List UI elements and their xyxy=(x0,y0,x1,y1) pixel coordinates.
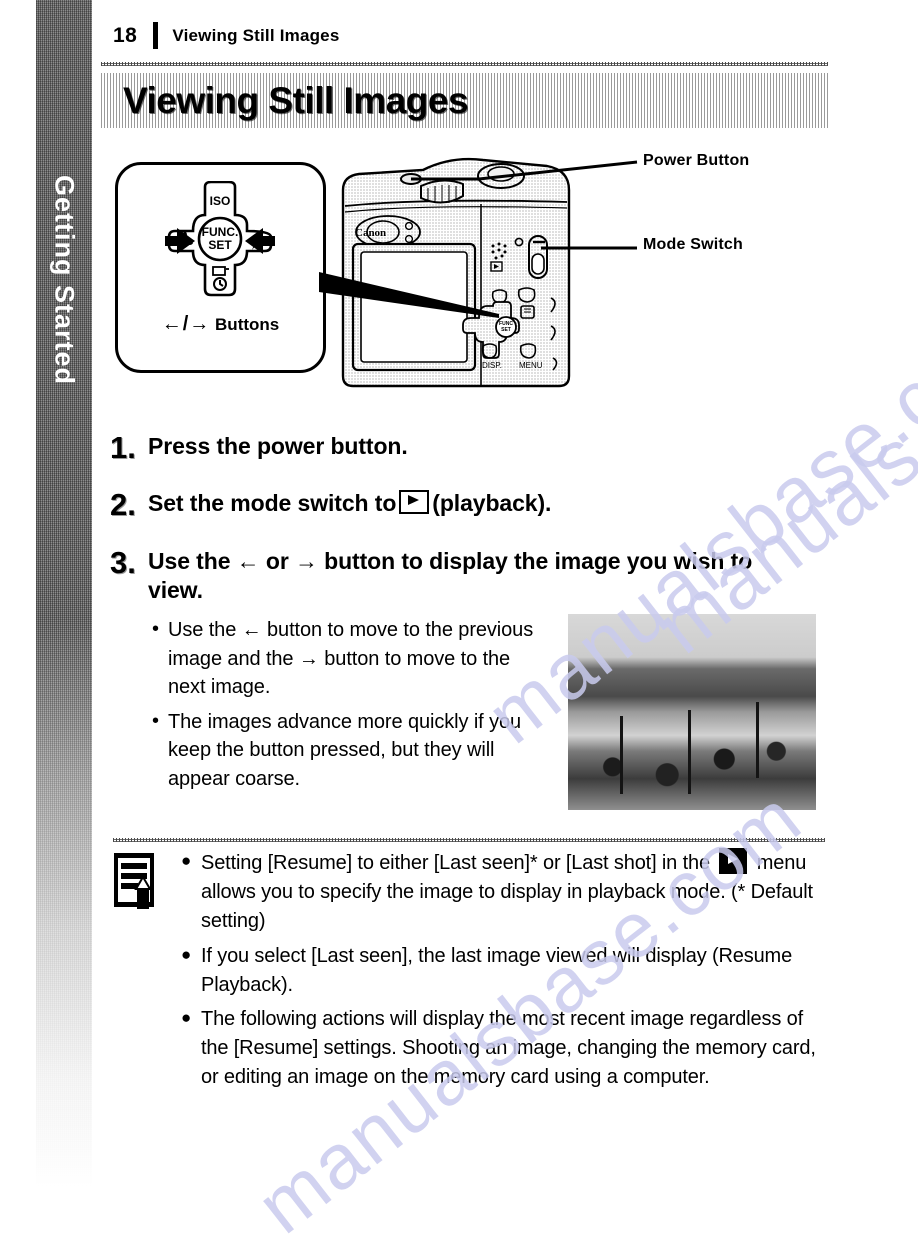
dpad-arrows-glyph: ←/→ xyxy=(161,313,211,335)
camera-menu-label: MENU xyxy=(519,361,543,370)
bullet-text: The images advance more quickly if you k… xyxy=(168,710,522,790)
note-pencil-icon xyxy=(113,852,167,912)
note-list: ● Setting [Resume] to either [Last seen]… xyxy=(167,848,825,1098)
chapter-tab-label: Getting Started xyxy=(49,174,80,385)
bullet-text: Use the ← button to move to the previous… xyxy=(168,619,534,699)
step-1-text: Press the power button. xyxy=(148,433,408,459)
camera-disp-label: DISP. xyxy=(482,361,502,370)
camera-brand-text: Canon xyxy=(355,227,386,239)
photo-parasol-pole xyxy=(620,716,623,794)
note-item: ● Setting [Resume] to either [Last seen]… xyxy=(181,848,825,937)
sample-photo xyxy=(568,614,816,810)
dpad-callout-box: FUNC. SET ISO ←/→ Buttons xyxy=(115,162,326,373)
camera-svg: Canon FUNC SET DISP. MENU xyxy=(341,157,571,388)
note-marker: ● xyxy=(181,851,192,870)
note-marker: ● xyxy=(181,944,192,964)
list-item: • Use the ← button to move to the previo… xyxy=(152,616,552,702)
dpad-direction-arrows xyxy=(165,228,275,254)
step-2: 2. Set the mode switch to (playback). xyxy=(110,489,810,520)
page-number: 18 xyxy=(113,23,138,47)
step-1: 1. Press the power button. xyxy=(110,432,810,463)
step-3-number: 3. xyxy=(110,545,136,580)
note-item: ● The following actions will display the… xyxy=(181,1005,825,1093)
step-2-text-before: Set the mode switch to xyxy=(148,490,397,516)
running-title: Viewing Still Images xyxy=(172,25,340,45)
label-power-button: Power Button xyxy=(643,152,750,169)
header-divider xyxy=(153,22,159,49)
note-text: The following actions will display the m… xyxy=(201,1007,816,1089)
step-2-text-after: (playback). xyxy=(432,490,552,516)
header-rule xyxy=(101,62,828,66)
step-2-text: Set the mode switch to (playback). xyxy=(148,489,551,518)
bullet-marker: • xyxy=(152,618,160,640)
camera-diagram: FUNC. SET ISO ←/→ Buttons Canon FUNC SET… xyxy=(101,140,831,405)
note-separator xyxy=(113,838,825,842)
dpad-buttons-label: Buttons xyxy=(215,315,280,334)
dpad-caption: ←/→ Buttons xyxy=(118,313,323,336)
section-title-banner: Viewing Still Images xyxy=(101,73,828,128)
note-item: ● If you select [Last seen], the last im… xyxy=(181,942,825,1000)
note-marker: ● xyxy=(181,1007,192,1027)
step-2-number: 2. xyxy=(110,487,136,522)
bullet-marker: • xyxy=(152,709,160,732)
note-box: ● Setting [Resume] to either [Last seen]… xyxy=(113,848,825,1098)
list-item: • The images advance more quickly if you… xyxy=(152,708,552,794)
svg-text:SET: SET xyxy=(501,327,511,333)
chapter-tab: Getting Started xyxy=(36,0,92,1188)
note-text: If you select [Last seen], the last imag… xyxy=(201,944,793,996)
page-title: Viewing Still Images xyxy=(123,79,469,121)
photo-parasol-pole xyxy=(688,710,691,794)
camera-illustration: Canon FUNC SET DISP. MENU xyxy=(333,150,593,400)
step-3-text: Use the ← or → button to display the ima… xyxy=(148,548,753,604)
photo-parasol-pole xyxy=(756,702,759,778)
dpad-illustration: FUNC. SET ISO xyxy=(165,180,275,299)
bullet-list: • Use the ← button to move to the previo… xyxy=(152,616,552,800)
playback-icon xyxy=(399,490,430,514)
step-3: 3. Use the ← or → button to display the … xyxy=(110,547,810,606)
playback-menu-icon xyxy=(719,848,748,874)
label-mode-switch: Mode Switch xyxy=(643,236,743,253)
step-1-number: 1. xyxy=(110,430,136,465)
note-text-before: Setting [Resume] to either [Last seen]* … xyxy=(201,852,710,874)
page-header: 18 Viewing Still Images xyxy=(113,22,340,49)
note-text: Setting [Resume] to either [Last seen]* … xyxy=(201,848,825,937)
